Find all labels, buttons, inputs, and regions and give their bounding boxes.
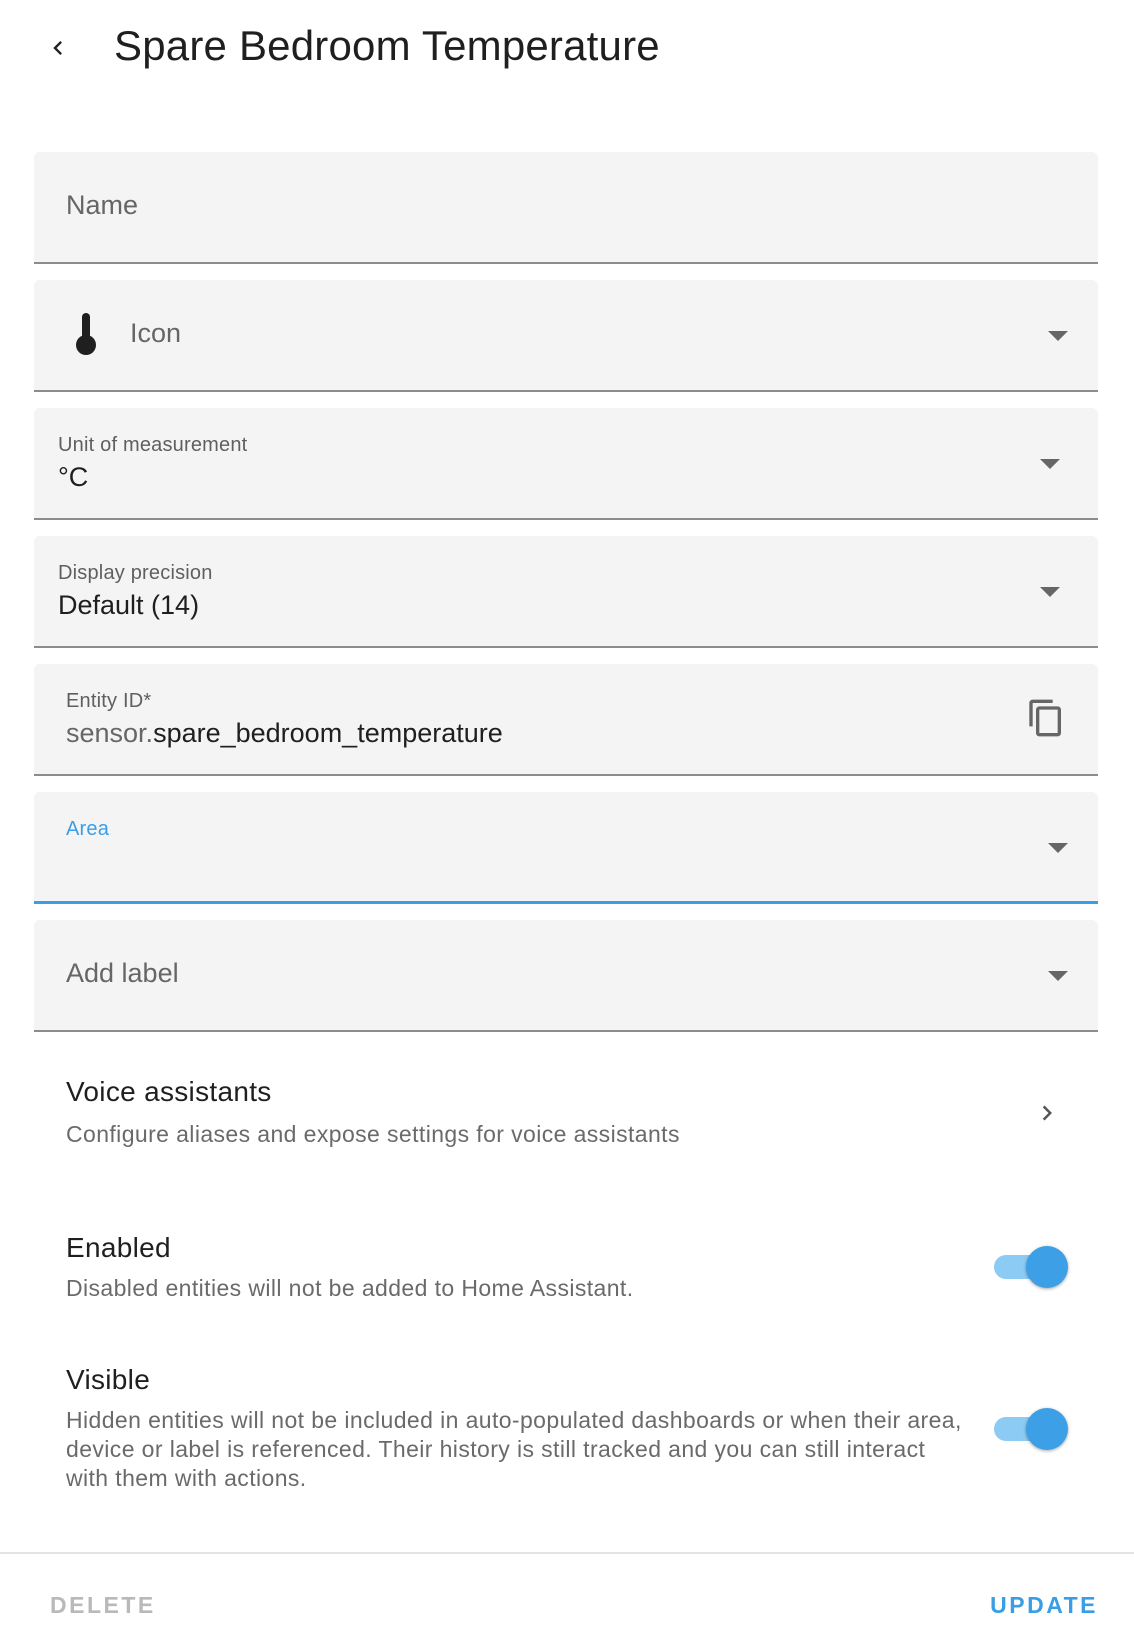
enabled-toggle[interactable]	[994, 1246, 1068, 1288]
entity-id-value: sensor.spare_bedroom_temperature	[66, 718, 503, 749]
precision-value: Default (14)	[58, 590, 200, 620]
label-picker[interactable]: Add label	[34, 920, 1098, 1032]
voice-assistants-row[interactable]: Voice assistants Configure aliases and e…	[66, 1076, 1066, 1156]
dropdown-arrow-icon[interactable]	[1048, 331, 1068, 341]
display-precision-select[interactable]: Display precision Default (14)	[34, 536, 1098, 648]
add-label-placeholder: Add label	[66, 958, 179, 988]
update-button[interactable]: UPDATE	[990, 1592, 1098, 1619]
back-button[interactable]	[38, 28, 78, 68]
visible-row: Visible Hidden entities will not be incl…	[66, 1364, 1066, 1493]
entity-settings-dialog: Spare Bedroom Temperature Name Icon Unit…	[0, 0, 1134, 1642]
visible-title: Visible	[66, 1364, 151, 1395]
enabled-description: Disabled entities will not be added to H…	[66, 1275, 634, 1301]
dropdown-arrow-icon[interactable]	[1040, 459, 1060, 469]
entity-id-label: Entity ID*	[66, 690, 152, 712]
entity-id-prefix: sensor.	[66, 718, 154, 748]
chevron-left-icon	[53, 41, 62, 55]
icon-picker[interactable]: Icon	[34, 280, 1098, 392]
area-label: Area	[66, 818, 110, 840]
entity-id-text: spare_bedroom_temperature	[153, 718, 503, 748]
dropdown-arrow-icon[interactable]	[1048, 971, 1068, 981]
name-field[interactable]: Name	[34, 152, 1098, 264]
visible-description: Hidden entities will not be included in …	[66, 1407, 962, 1491]
voice-assistants-description: Configure aliases and expose settings fo…	[66, 1121, 680, 1147]
area-picker[interactable]: Area	[34, 792, 1098, 904]
entity-id-field[interactable]: Entity ID* sensor.spare_bedroom_temperat…	[34, 664, 1098, 776]
visible-toggle[interactable]	[994, 1408, 1068, 1450]
toggle-knob	[1026, 1408, 1068, 1450]
unit-label: Unit of measurement	[58, 434, 248, 456]
chevron-right-icon	[1042, 1105, 1052, 1121]
footer-divider	[0, 1552, 1134, 1554]
toggle-knob	[1026, 1246, 1068, 1288]
thermometer-icon	[76, 313, 96, 355]
unit-value: °C	[58, 462, 89, 492]
dropdown-arrow-icon[interactable]	[1040, 587, 1060, 597]
enabled-row: Enabled Disabled entities will not be ad…	[66, 1232, 1066, 1303]
dropdown-arrow-icon[interactable]	[1048, 842, 1068, 853]
dialog-header: Spare Bedroom Temperature	[0, 0, 1134, 100]
delete-button[interactable]: DELETE	[50, 1592, 156, 1619]
precision-label: Display precision	[58, 562, 213, 584]
icon-placeholder: Icon	[130, 318, 182, 348]
unit-of-measurement-select[interactable]: Unit of measurement °C	[34, 408, 1098, 520]
enabled-title: Enabled	[66, 1232, 171, 1263]
voice-assistants-title: Voice assistants	[66, 1076, 272, 1107]
page-title: Spare Bedroom Temperature	[114, 22, 660, 69]
name-placeholder: Name	[66, 190, 139, 220]
copy-icon[interactable]	[1026, 698, 1066, 738]
